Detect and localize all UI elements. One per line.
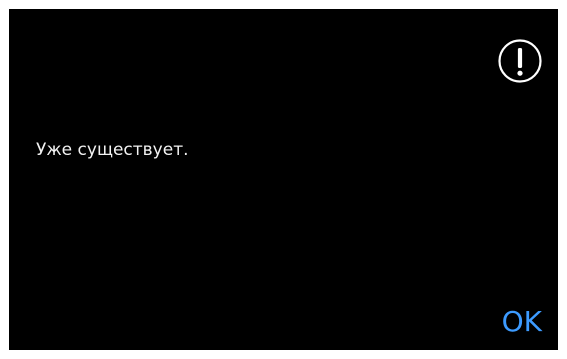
ok-button[interactable]: OK	[502, 306, 542, 338]
alert-dialog: Уже существует. OK	[9, 9, 558, 350]
exclamation-circle-icon	[497, 38, 543, 84]
dialog-message: Уже существует.	[36, 140, 189, 160]
